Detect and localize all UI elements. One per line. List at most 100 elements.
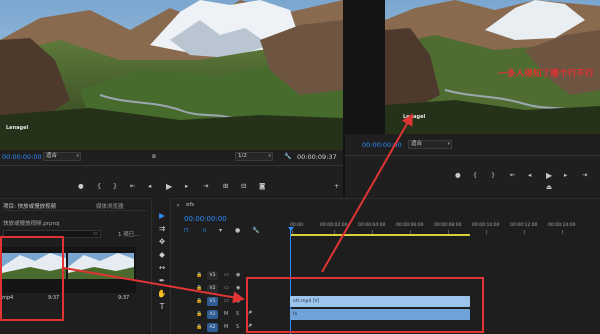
- hand-tool-icon[interactable]: ✋: [156, 288, 168, 299]
- go-to-in-icon[interactable]: ⇤: [130, 182, 135, 191]
- tab-sequence[interactable]: ofs: [186, 202, 194, 208]
- track-label-v2[interactable]: V2: [207, 284, 218, 293]
- tools-panel: ▶ ⇉ ✥ ◆ ↔ ✒ ✋ T: [151, 198, 171, 334]
- source-monitor: Lenagel 00:00:00:00 适合 ▾ ⧈ 1/2 ▾ 🔧 00:00:0…: [0, 0, 343, 197]
- sync-lock-icon[interactable]: ▭: [224, 272, 229, 278]
- snap-icon[interactable]: ⊓: [184, 227, 189, 234]
- solo-icon[interactable]: S: [236, 324, 239, 330]
- type-tool-icon[interactable]: T: [156, 301, 168, 312]
- solo-icon[interactable]: S: [236, 311, 239, 317]
- wrench-icon[interactable]: 🔧: [284, 153, 291, 160]
- track-label-a2[interactable]: A2: [207, 323, 218, 332]
- source-scrub-ruler[interactable]: [0, 165, 343, 170]
- tab-media-browser[interactable]: 媒体浏览器: [96, 202, 124, 210]
- track-label-v3[interactable]: V3: [207, 271, 218, 280]
- play-icon[interactable]: ▶: [166, 182, 172, 191]
- lock-icon[interactable]: 🔒: [196, 311, 202, 317]
- ruler-tick: 00:00:08:00: [434, 223, 462, 228]
- slip-tool-icon[interactable]: ↔: [156, 262, 168, 273]
- linked-selection-icon[interactable]: ∩: [202, 227, 206, 234]
- close-icon[interactable]: ✕: [176, 203, 180, 209]
- play-icon[interactable]: ▶: [546, 171, 552, 180]
- lock-icon[interactable]: 🔒: [196, 285, 202, 291]
- track-label-v1[interactable]: V1: [207, 297, 218, 306]
- red-overlay-caption: 一条人得知了哪个行不行: [498, 69, 594, 79]
- annotation-box-clip: [0, 236, 64, 321]
- program-video-watermark: Lenagel: [403, 114, 426, 120]
- sync-lock-icon[interactable]: ▭: [224, 285, 229, 291]
- mark-out-icon[interactable]: }: [113, 182, 117, 191]
- ruler-tick: 00:00:12:00: [510, 223, 538, 228]
- lock-icon[interactable]: 🔒: [196, 298, 202, 304]
- chevron-down-icon: ▾: [76, 153, 79, 159]
- program-letterbox: [345, 0, 385, 134]
- program-timecode[interactable]: 00:00:00:00: [362, 141, 402, 149]
- timeline-timecode[interactable]: 00:00:00:00: [184, 215, 227, 223]
- lift-icon[interactable]: ⏏: [546, 183, 552, 192]
- ruler-tick: 00:00:10:00: [472, 223, 500, 228]
- source-timecode-in[interactable]: 00:00:00:00: [2, 153, 42, 161]
- annotation-box-timeline: [246, 277, 484, 333]
- export-frame-icon[interactable]: ◙: [259, 182, 265, 191]
- eye-icon[interactable]: ◉: [236, 272, 240, 278]
- source-resolution-select[interactable]: 1/2 ▾: [235, 152, 273, 161]
- chevron-down-icon: ▾: [447, 141, 450, 147]
- tab-project[interactable]: 项目: 快放或慢放视频: [3, 202, 56, 210]
- lock-icon[interactable]: 🔒: [196, 272, 202, 278]
- program-fit-select[interactable]: 适合 ▾: [408, 140, 452, 149]
- sync-lock-icon[interactable]: ▭: [224, 298, 229, 304]
- mute-icon[interactable]: M: [224, 324, 228, 330]
- eye-icon[interactable]: ◉: [236, 285, 240, 291]
- overwrite-icon[interactable]: ⊟: [241, 182, 246, 191]
- insert-icon[interactable]: ⊞: [223, 182, 228, 191]
- pen-tool-icon[interactable]: ✒: [156, 275, 168, 286]
- go-to-in-icon[interactable]: ⇤: [510, 171, 515, 180]
- add-marker-icon[interactable]: ●: [455, 171, 461, 180]
- mark-in-icon[interactable]: {: [473, 171, 477, 180]
- program-timecode-bar: 00:00:00:00 适合 ▾: [345, 139, 600, 151]
- razor-tool-icon[interactable]: ◆: [156, 249, 168, 260]
- step-forward-icon[interactable]: ▸: [185, 182, 188, 191]
- source-fit-select-value: 适合: [46, 153, 58, 159]
- playhead-handle[interactable]: [288, 227, 294, 231]
- tick-mark: [524, 230, 525, 234]
- step-back-icon[interactable]: ◂: [148, 182, 151, 191]
- mark-out-icon[interactable]: }: [491, 171, 495, 180]
- mountain-landscape-image: [0, 0, 343, 150]
- marker-icon[interactable]: ●: [235, 227, 240, 234]
- tick-mark: [562, 230, 563, 234]
- source-video-frame[interactable]: Lenagel: [0, 0, 343, 150]
- folder-icon[interactable]: ▭: [93, 231, 98, 237]
- lock-icon[interactable]: 🔒: [196, 324, 202, 330]
- work-area-bar[interactable]: [290, 234, 470, 236]
- track-select-tool-icon[interactable]: ⇉: [156, 223, 168, 234]
- ruler-tick: 00:00:06:00: [396, 223, 424, 228]
- wrench-icon[interactable]: 🔧: [252, 227, 259, 234]
- ruler-tick: 00:00:02:00: [320, 223, 348, 228]
- item-count: 1 项已...: [118, 232, 140, 238]
- track-label-a1[interactable]: A1: [207, 310, 218, 319]
- ripple-edit-tool-icon[interactable]: ✥: [156, 236, 168, 247]
- sequence-thumbnail[interactable]: [66, 247, 136, 293]
- chevron-down-icon: ▾: [268, 153, 271, 159]
- add-button-icon[interactable]: +: [334, 182, 339, 191]
- step-forward-icon[interactable]: ▸: [564, 171, 567, 180]
- step-back-icon[interactable]: ◂: [528, 171, 531, 180]
- mark-in-icon[interactable]: {: [97, 182, 101, 191]
- eye-icon[interactable]: ◉: [236, 298, 240, 304]
- go-to-out-icon[interactable]: ⇥: [203, 182, 208, 191]
- source-timecode-bar: 00:00:00:00 适合 ▾ ⧈ 1/2 ▾ 🔧 00:00:09:37: [0, 151, 343, 163]
- add-marker-icon[interactable]: ●: [78, 182, 84, 191]
- selection-tool-icon[interactable]: ▶: [156, 210, 168, 221]
- program-transport-controls: ● { } ⇤ ◂ ▶ ▸ ⇥: [345, 170, 600, 182]
- source-fit-select[interactable]: 适合 ▾: [43, 152, 81, 161]
- marker-icon[interactable]: ⧈: [152, 153, 156, 161]
- add-marker-icon[interactable]: ▾: [219, 227, 222, 234]
- thumbnail-image: [66, 247, 136, 293]
- go-to-out-icon[interactable]: ⇥: [582, 171, 587, 180]
- program-scrub-ruler[interactable]: [345, 155, 600, 160]
- mute-icon[interactable]: M: [224, 311, 228, 317]
- program-monitor: Lenagel 一条人得知了哪个行不行 00:00:00:00 适合 ▾ ● { …: [345, 0, 600, 197]
- tick-mark: [486, 230, 487, 234]
- sequence-duration: 9:37: [118, 295, 130, 301]
